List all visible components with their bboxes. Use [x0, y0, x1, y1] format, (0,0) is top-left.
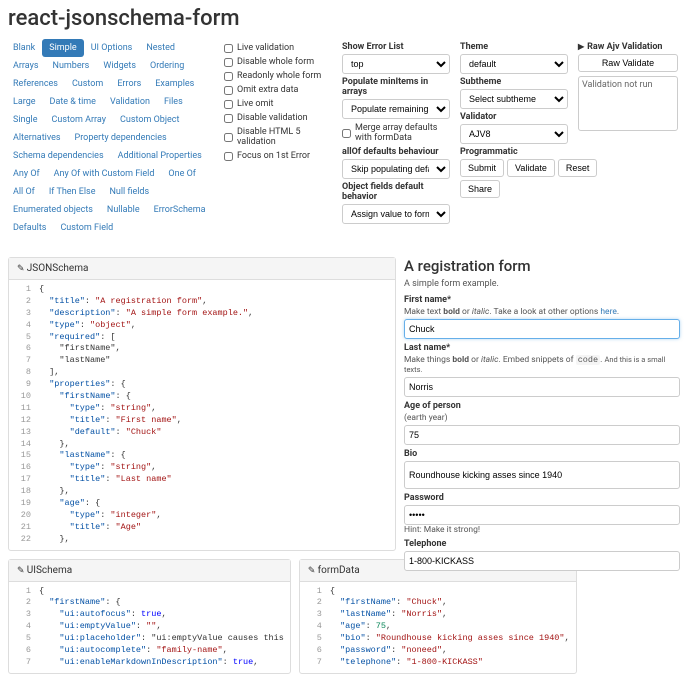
jsonschema-header: JSONSchema [9, 258, 395, 280]
nav-single[interactable]: Single [6, 111, 45, 129]
nav-widgets[interactable]: Widgets [96, 57, 143, 75]
theme-select[interactable]: default [460, 54, 568, 74]
nav-ordering[interactable]: Ordering [143, 57, 191, 75]
nav-all-of[interactable]: All Of [6, 183, 42, 201]
age-help: (earth year) [404, 413, 680, 423]
bio-input[interactable] [404, 461, 680, 489]
subtheme-label: Subtheme [460, 77, 568, 87]
nav-date-time[interactable]: Date & time [43, 93, 103, 111]
raw-result: Validation not run [578, 76, 678, 131]
password-input[interactable] [404, 505, 680, 525]
telephone-label: Telephone [404, 539, 680, 549]
nav-custom-field[interactable]: Custom Field [53, 219, 120, 237]
nav-additional-properties[interactable]: Additional Properties [111, 147, 209, 165]
nav-nested[interactable]: Nested [139, 39, 182, 57]
raw-validate-button[interactable]: Raw Validate [578, 54, 678, 72]
validate-button[interactable]: Validate [507, 159, 555, 177]
form-title: A registration form [404, 257, 680, 275]
programmatic-label: Programmatic [460, 147, 568, 157]
age-input[interactable] [404, 425, 680, 445]
subtheme-select[interactable]: Select subtheme [460, 89, 568, 109]
uischema-editor[interactable]: 1{ 2 "firstName": { 3 "ui:autofocus": tr… [9, 582, 290, 673]
nav-references[interactable]: References [6, 75, 65, 93]
rendered-form: A registration form A simple form exampl… [404, 257, 680, 674]
nav-custom[interactable]: Custom [65, 75, 110, 93]
toggle-live-validation[interactable]: Live validation [224, 43, 334, 53]
nav-errors[interactable]: Errors [110, 75, 148, 93]
age-label: Age of person [404, 401, 680, 411]
nav-schema-dependencies[interactable]: Schema dependencies [6, 147, 111, 165]
nav-custom-array[interactable]: Custom Array [45, 111, 113, 129]
toggle-options: Live validation Disable whole form Readonl… [220, 39, 338, 237]
error-list-select[interactable]: top [342, 54, 450, 74]
toggle-disable-validation[interactable]: Disable validation [224, 113, 334, 123]
merge-defaults-label: Merge array defaults with formData [355, 123, 450, 143]
nav-examples[interactable]: Examples [148, 75, 201, 93]
telephone-input[interactable] [404, 551, 680, 571]
submit-button[interactable]: Submit [460, 159, 504, 177]
nav-any-of-with-custom-field[interactable]: Any Of with Custom Field [47, 165, 162, 183]
toggle-disable-html-5-validation[interactable]: Disable HTML 5 validation [224, 127, 334, 147]
toggle-readonly-whole-form[interactable]: Readonly whole form [224, 71, 334, 81]
nav-errorschema[interactable]: ErrorSchema [147, 201, 213, 219]
firstname-input[interactable] [404, 319, 680, 339]
validator-select[interactable]: AJV8 [460, 124, 568, 144]
toggle-focus-on-1st-error[interactable]: Focus on 1st Error [224, 151, 334, 161]
nav-enumerated-objects[interactable]: Enumerated objects [6, 201, 100, 219]
nav-arrays[interactable]: Arrays [6, 57, 46, 75]
objfields-select[interactable]: Assign value to formData wh [342, 204, 450, 224]
error-list-label: Show Error List [342, 42, 450, 52]
nav-blank[interactable]: Blank [6, 39, 42, 57]
nav-large[interactable]: Large [6, 93, 43, 111]
nav-if-then-else[interactable]: If Then Else [42, 183, 103, 201]
nav-nullable[interactable]: Nullable [100, 201, 147, 219]
lastname-input[interactable] [404, 377, 680, 397]
nav-files[interactable]: Files [157, 93, 190, 111]
page-title: react-jsonschema-form [8, 6, 680, 31]
lastname-help: Make things bold or italic. Embed snippe… [404, 355, 680, 375]
firstname-help: Make text bold or italic. Take a look at… [404, 307, 680, 317]
uischema-panel: UISchema 1{ 2 "firstName": { 3 "ui:autof… [8, 559, 291, 674]
nav-any-of[interactable]: Any Of [6, 165, 47, 183]
toggle-disable-whole-form[interactable]: Disable whole form [224, 57, 334, 67]
nav-property-dependencies[interactable]: Property dependencies [68, 129, 174, 147]
nav-simple[interactable]: Simple [42, 39, 83, 57]
nav-one-of[interactable]: One Of [161, 165, 203, 183]
password-help: Hint: Make it strong! [404, 525, 680, 535]
allof-label: allOf defaults behaviour [342, 147, 450, 157]
firstname-label: First name [404, 295, 680, 305]
uischema-header: UISchema [9, 560, 290, 582]
minitems-label: Populate minItems in arrays [342, 77, 450, 97]
objfields-label: Object fields default behavior [342, 182, 450, 202]
lastname-label: Last name [404, 343, 680, 353]
toggle-live-omit[interactable]: Live omit [224, 99, 334, 109]
nav-null-fields[interactable]: Null fields [102, 183, 156, 201]
nav-custom-object[interactable]: Custom Object [113, 111, 186, 129]
password-label: Password [404, 493, 680, 503]
merge-defaults-checkbox[interactable] [342, 129, 351, 138]
share-button[interactable]: Share [460, 180, 500, 198]
nav-validation[interactable]: Validation [103, 93, 157, 111]
nav-alternatives[interactable]: Alternatives [6, 129, 68, 147]
nav-ui-options[interactable]: UI Options [84, 39, 140, 57]
raw-label: ▶Raw Ajv Validation [578, 42, 678, 52]
jsonschema-panel: JSONSchema 1{ 2 "title": "A registration… [8, 257, 396, 551]
example-nav: BlankSimpleUI OptionsNested ArraysNumbers… [6, 39, 220, 237]
toggle-omit-extra-data[interactable]: Omit extra data [224, 85, 334, 95]
theme-label: Theme [460, 42, 568, 52]
minitems-select[interactable]: Populate remaining minItems [342, 99, 450, 119]
nav-numbers[interactable]: Numbers [46, 57, 97, 75]
allof-select[interactable]: Skip populating defaults with [342, 159, 450, 179]
form-description: A simple form example. [404, 279, 680, 289]
nav-defaults[interactable]: Defaults [6, 219, 53, 237]
bio-label: Bio [404, 449, 680, 459]
validator-label: Validator [460, 112, 568, 122]
jsonschema-editor[interactable]: 1{ 2 "title": "A registration form", 3 "… [9, 280, 395, 550]
